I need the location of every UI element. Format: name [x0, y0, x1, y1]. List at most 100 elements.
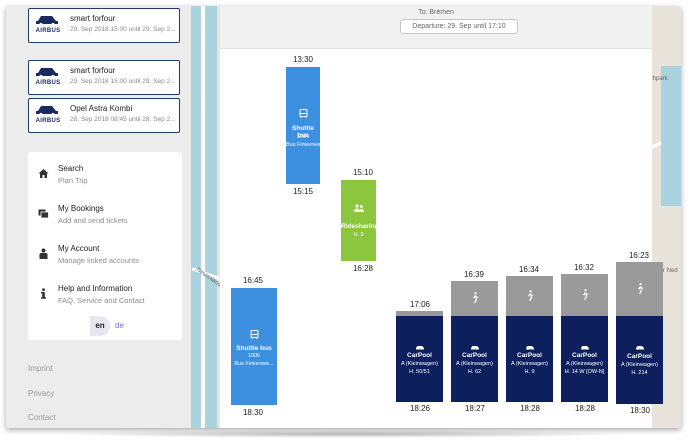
trip-end-time: 18:28 — [574, 404, 596, 413]
booking-card[interactable]: AIRBUS smart forfour 29. Sep 2018 15:00 … — [28, 8, 180, 43]
trip-end-time: 18:28 — [519, 404, 541, 413]
home-icon — [37, 168, 49, 180]
trip-timeline-panel: To: Bremen Departure: 29. Sep until 17:1… — [220, 6, 663, 428]
window-shadow — [60, 430, 630, 438]
destination-label: To: Bremen — [418, 9, 454, 16]
menu-item-subtitle: Plan Trip — [58, 176, 88, 185]
walk-segment — [561, 274, 608, 316]
trip-start-time: 16:32 — [573, 263, 595, 272]
booking-time: 29. Sep 2018 15:00 until 29. Sep 2... — [70, 78, 176, 85]
menu-item-title: My Account — [58, 244, 100, 253]
trip-detail: H. 214 — [631, 370, 648, 376]
trip-option-carpool[interactable]: CarPool A (Kleinwagen) H. 50/51 — [396, 316, 443, 402]
menu-item-subtitle: Manage linked accounts — [58, 256, 139, 265]
trip-option-shuttle[interactable]: Shuttle bus 1006 Bus Finkenwe... — [231, 288, 277, 405]
trip-end-time: 18:27 — [464, 404, 486, 413]
booking-card[interactable]: AIRBUS Opel Astra Kombi 28. Sep 2018 08:… — [28, 98, 180, 133]
trip-option-ridesharing[interactable]: Ridesharing H. 9 — [341, 180, 379, 261]
trip-line: A (Kleinwagen) — [566, 361, 603, 367]
imprint-link[interactable]: Imprint — [28, 364, 52, 373]
trip-detail: H. 50/51 — [409, 369, 430, 375]
trip-line: A (Kleinwagen) — [456, 361, 493, 367]
trip-option-shuttle[interactable]: Shuttle bus 1004 Bus Finkenwe... — [286, 67, 320, 184]
booking-time: 28. Sep 2018 08:45 until 28. Sep 2... — [70, 116, 176, 123]
trip-start-time: 16:39 — [463, 270, 485, 279]
walk-icon — [561, 289, 608, 303]
booking-vehicle-name: Opel Astra Kombi — [70, 104, 133, 113]
trip-line: 1004 — [296, 134, 310, 140]
airbus-logo: AIRBUS — [35, 28, 61, 34]
app-window: Ihpark nder Ned Neuenlander H AIRBUS sma… — [6, 6, 681, 428]
menu-item-account[interactable]: My Account Manage linked accounts — [28, 236, 182, 272]
trip-mode: Shuttle bus — [236, 345, 272, 352]
booking-vehicle-name: smart forfour — [70, 14, 116, 23]
contact-link[interactable]: Contact — [28, 413, 56, 422]
walk-segment — [451, 281, 498, 316]
timeline-header: To: Bremen Departure: 29. Sep until 17:1… — [220, 6, 652, 49]
menu-item-help[interactable]: Help and Information FAQ, Service and Co… — [28, 276, 182, 312]
ridesharing-icon — [341, 204, 376, 216]
trip-start-time: 17:06 — [409, 300, 431, 309]
trip-start-time: 16:45 — [242, 276, 264, 285]
trip-detail: H. 9 — [524, 369, 535, 375]
menu-item-bookings[interactable]: My Bookings Add and send tickets — [28, 196, 182, 232]
trip-mode: CarPool — [407, 352, 432, 359]
menu-item-title: Search — [58, 164, 84, 173]
trip-start-time: 15:10 — [352, 168, 374, 177]
trip-end-time: 18:26 — [409, 404, 431, 413]
trip-mode: Ridesharing — [341, 223, 379, 230]
walk-segment — [616, 262, 663, 316]
trip-option-carpool[interactable]: CarPool A (Kleinwagen) H. 9 — [506, 316, 553, 402]
trip-detail: Bus Finkenwe... — [286, 142, 320, 148]
map-water — [661, 66, 681, 206]
map-road — [201, 6, 205, 428]
trip-option-carpool[interactable]: CarPool A (Kleinwagen) H. 14 W [OW-N] — [561, 316, 608, 402]
trip-line: H. 9 — [353, 232, 364, 238]
sidebar: AIRBUS smart forfour 29. Sep 2018 15:00 … — [6, 6, 191, 428]
car-icon: AIRBUS — [32, 12, 62, 39]
trip-line: 1006 — [247, 353, 261, 359]
trip-mode: CarPool — [517, 352, 542, 359]
trip-line: A (Kleinwagen) — [401, 361, 438, 367]
trip-option-carpool[interactable]: CarPool A (Kleinwagen) H. 214 — [616, 316, 663, 404]
language-en-button[interactable]: en — [90, 316, 110, 336]
trip-mode: CarPool — [627, 353, 652, 360]
walk-segment — [506, 276, 553, 316]
trip-end-time: 15:15 — [292, 187, 314, 196]
car-icon: AIRBUS — [32, 102, 62, 129]
booking-vehicle-name: smart forfour — [70, 66, 116, 75]
walk-icon — [451, 292, 498, 306]
walk-icon — [616, 283, 663, 297]
bus-icon — [231, 330, 277, 342]
trip-mode: CarPool — [572, 352, 597, 359]
trip-mode: CarPool — [462, 352, 487, 359]
trip-end-time: 18:30 — [629, 406, 651, 415]
language-de-button[interactable]: de — [115, 321, 124, 330]
menu-item-subtitle: FAQ, Service and Contact — [58, 296, 145, 305]
trip-start-time: 16:23 — [628, 251, 650, 260]
trip-line: A (Kleinwagen) — [511, 361, 548, 367]
info-icon — [37, 288, 49, 300]
walk-icon — [506, 290, 553, 304]
car-icon: AIRBUS — [32, 64, 62, 91]
main-menu: Search Plan Trip My Bookings Add and sen… — [28, 152, 182, 340]
departure-filter-button[interactable]: Departure: 29. Sep until 17:10 — [400, 19, 518, 34]
menu-item-title: My Bookings — [58, 204, 104, 213]
trip-end-time: 16:28 — [352, 264, 374, 273]
menu-item-search[interactable]: Search Plan Trip — [28, 156, 182, 192]
person-icon — [37, 248, 49, 260]
map-label: Ihpark — [651, 76, 668, 82]
airbus-logo: AIRBUS — [35, 118, 61, 124]
trip-start-time: 13:30 — [292, 55, 314, 64]
booking-time: 29. Sep 2018 15:00 until 29. Sep 2... — [70, 26, 176, 33]
menu-item-subtitle: Add and send tickets — [58, 216, 128, 225]
trip-option-carpool[interactable]: CarPool A (Kleinwagen) H. 62 — [451, 316, 498, 402]
tickets-icon — [37, 208, 49, 220]
trip-start-time: 16:34 — [518, 265, 540, 274]
trip-detail: Bus Finkenwe... — [234, 361, 274, 367]
car-icon — [616, 342, 663, 353]
booking-card[interactable]: AIRBUS smart forfour 29. Sep 2018 15:00 … — [28, 60, 180, 95]
trip-detail: H. 14 W [OW-N] — [564, 369, 605, 375]
trip-detail: H. 62 — [467, 369, 482, 375]
privacy-link[interactable]: Privacy — [28, 389, 54, 398]
